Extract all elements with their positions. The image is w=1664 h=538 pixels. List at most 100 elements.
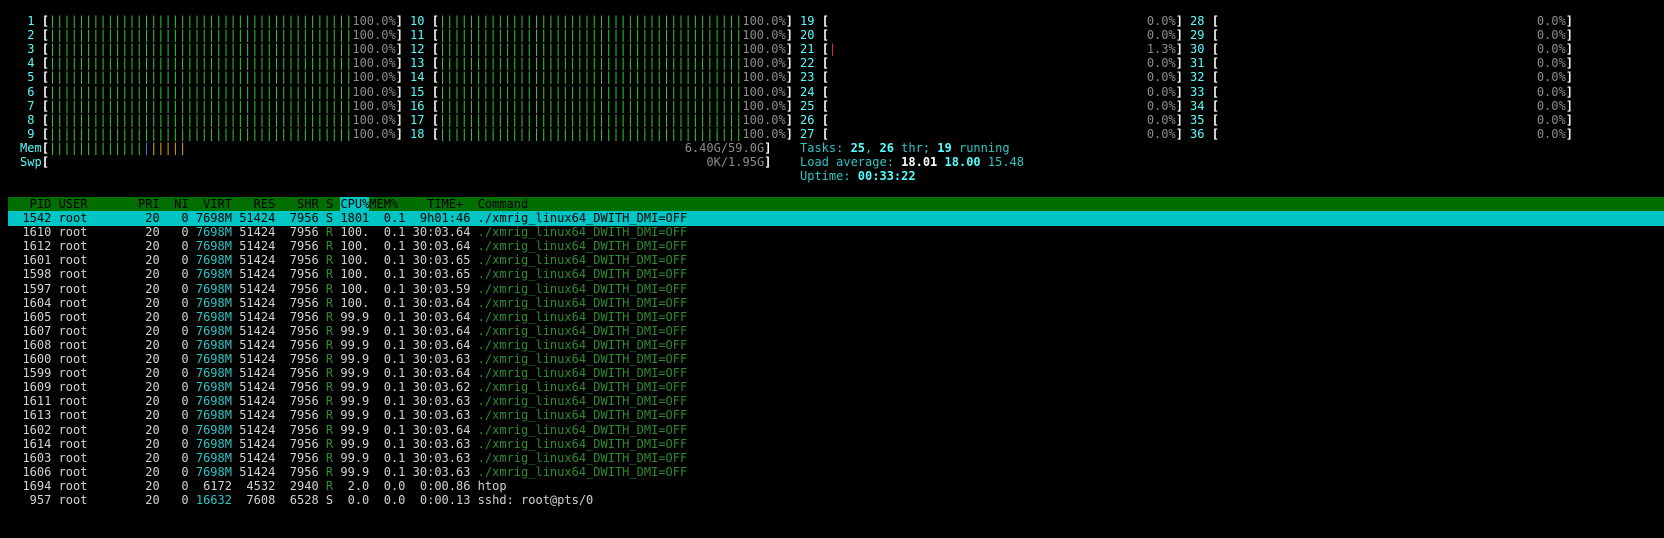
user-cell: root	[58, 422, 124, 437]
process-row[interactable]: 1606 root 20 0 7698M 51424 7956 R 99.9 0…	[8, 465, 1664, 480]
command-cell: ./xmrig_linux64_DWITH_DMI=OFF	[477, 408, 688, 423]
col-s[interactable]: S	[326, 197, 340, 211]
uptime-value: 00:33:22	[857, 169, 916, 183]
res-cell: 51424	[231, 267, 276, 282]
col-mem[interactable]: MEM%	[369, 197, 398, 211]
meter-close-bracket: ]	[1565, 28, 1573, 43]
cpu-percent: 100.0%	[742, 84, 786, 99]
meter-open-bracket: [	[821, 84, 829, 99]
state-cell: R	[325, 225, 341, 240]
meter-close-bracket: ]	[395, 70, 403, 85]
process-row[interactable]: 1600 root 20 0 7698M 51424 7956 R 99.9 0…	[8, 352, 1664, 367]
mem-meter: Mem[||||||||||||||||||| 6.40G/59.0G]	[20, 141, 771, 156]
process-row[interactable]: 1597 root 20 0 7698M 51424 7956 R 100. 0…	[8, 282, 1664, 297]
meter-close-bracket: ]	[395, 98, 403, 113]
process-row[interactable]: 1611 root 20 0 7698M 51424 7956 R 99.9 0…	[8, 394, 1664, 409]
col-cpu[interactable]: CPU%	[340, 197, 370, 211]
meter-open-bracket: [	[1211, 112, 1219, 127]
meter-close-bracket: ]	[1175, 14, 1183, 28]
user-cell: root	[58, 211, 124, 225]
pri-cell: 20	[123, 366, 160, 381]
pri-cell: 20	[123, 394, 160, 409]
process-row[interactable]: 1612 root 20 0 7698M 51424 7956 R 100. 0…	[8, 239, 1664, 254]
process-row[interactable]: 1607 root 20 0 7698M 51424 7956 R 99.9 0…	[8, 324, 1664, 339]
col-pri[interactable]: PRI	[124, 197, 160, 211]
ni-cell: 0	[159, 323, 196, 338]
col-virt[interactable]: VIRT	[189, 197, 232, 211]
column-header-bar[interactable]: PID USER PRI NI VIRT RES SHR S CPU%MEM% …	[8, 197, 1664, 211]
process-row[interactable]: 1598 root 20 0 7698M 51424 7956 R 100. 0…	[8, 267, 1664, 282]
meter-close-bracket: ]	[1565, 98, 1573, 113]
process-row[interactable]: 1610 root 20 0 7698M 51424 7956 R 100. 0…	[8, 225, 1664, 240]
user-cell: root	[58, 309, 124, 324]
process-row[interactable]: 1542 root 20 0 7698M 51424 7956 S 1801 0…	[8, 211, 1664, 226]
cpu-label: 34	[1190, 98, 1212, 113]
pid-cell: 1607	[8, 323, 59, 338]
tasks-count: 25	[850, 141, 866, 155]
process-row[interactable]: 1613 root 20 0 7698M 51424 7956 R 99.9 0…	[8, 408, 1664, 423]
process-row[interactable]: 1603 root 20 0 7698M 51424 7956 R 99.9 0…	[8, 451, 1664, 466]
col-command[interactable]: Command	[478, 197, 529, 211]
cpu-label: 6	[20, 84, 42, 99]
process-row[interactable]: 1609 root 20 0 7698M 51424 7956 R 99.9 0…	[8, 380, 1664, 395]
virt-cell: 7698M	[195, 211, 232, 225]
state-cell: R	[325, 295, 341, 310]
cpu-meter-30: 30 [ 0.0%]	[1190, 42, 1573, 57]
pid-cell: 1599	[8, 366, 59, 381]
running-label: running	[951, 141, 1010, 155]
cpu-label: 9	[20, 126, 42, 141]
cpu-label: 31	[1190, 56, 1212, 71]
meter-open-bracket: [	[431, 14, 439, 28]
time-cell: 30:03.63	[405, 394, 478, 409]
pri-cell: 20	[123, 464, 160, 479]
user-cell: root	[58, 281, 124, 296]
command-cell: htop	[477, 478, 507, 493]
cpu-percent: 100.0%	[742, 56, 786, 71]
process-row[interactable]: 1602 root 20 0 7698M 51424 7956 R 99.9 0…	[8, 423, 1664, 438]
res-cell: 51424	[231, 281, 276, 296]
process-row[interactable]: 1599 root 20 0 7698M 51424 7956 R 99.9 0…	[8, 366, 1664, 381]
shr-cell: 7956	[275, 211, 326, 225]
load-sep	[937, 155, 944, 169]
time-cell: 30:03.64	[405, 337, 478, 352]
cpu-label: 20	[800, 28, 822, 43]
process-row[interactable]: 1601 root 20 0 7698M 51424 7956 R 100. 0…	[8, 253, 1664, 268]
col-pid[interactable]: PID	[8, 197, 59, 211]
pid-cell: 1608	[8, 337, 59, 352]
process-row[interactable]: 1604 root 20 0 7698M 51424 7956 R 100. 0…	[8, 296, 1664, 311]
cpu-bar-fill: ||||||||||||||||||||||||||||||||||||||||…	[48, 70, 353, 85]
col-user[interactable]: USER	[59, 197, 124, 211]
pid-cell: 1603	[8, 450, 59, 465]
cpu-meter-9: 9 [|||||||||||||||||||||||||||||||||||||…	[20, 127, 403, 142]
cpu-cell: 99.9	[340, 352, 384, 366]
process-row[interactable]: 1694 root 20 0 6172 4532 2940 R 2.0 0.0 …	[8, 479, 1664, 494]
col-res[interactable]: RES	[232, 197, 276, 211]
user-cell: root	[58, 239, 124, 254]
col-time[interactable]: TIME+	[398, 197, 477, 211]
pid-cell: 1604	[8, 295, 59, 310]
shr-cell: 7956	[275, 394, 326, 409]
state-cell: R	[325, 436, 341, 451]
meter-open-bracket: [	[41, 42, 49, 57]
cpu-cell: 99.9	[340, 450, 384, 465]
time-cell: 30:03.64	[405, 239, 478, 254]
cpu-cell: 99.9	[340, 309, 384, 324]
meter-open-bracket: [	[431, 112, 439, 127]
col-shr[interactable]: SHR	[275, 197, 326, 211]
cpu-cell: 2.0	[340, 478, 384, 493]
time-cell: 30:03.62	[405, 380, 478, 395]
command-cell: ./xmrig_linux64_DWITH_DMI=OFF	[477, 464, 688, 479]
process-row[interactable]: 1608 root 20 0 7698M 51424 7956 R 99.9 0…	[8, 338, 1664, 353]
process-row[interactable]: 957 root 20 0 16632 7608 6528 S 0.0 0.0 …	[8, 493, 1664, 508]
cpu-label: 26	[800, 112, 822, 127]
process-row[interactable]: 1605 root 20 0 7698M 51424 7956 R 99.9 0…	[8, 310, 1664, 325]
meter-open-bracket: [	[1211, 56, 1219, 71]
cpu-meter-32: 32 [ 0.0%]	[1190, 70, 1573, 85]
col-ni[interactable]: NI	[160, 197, 188, 211]
process-row[interactable]: 1614 root 20 0 7698M 51424 7956 R 99.9 0…	[8, 437, 1664, 452]
cpu-label: 32	[1190, 70, 1212, 85]
cpu-meter-14: 14 [||||||||||||||||||||||||||||||||||||…	[410, 70, 793, 85]
mem-cell: 0.1	[383, 380, 406, 395]
cpu-cell: 99.9	[340, 366, 384, 381]
meter-close-bracket: ]	[1565, 70, 1573, 85]
